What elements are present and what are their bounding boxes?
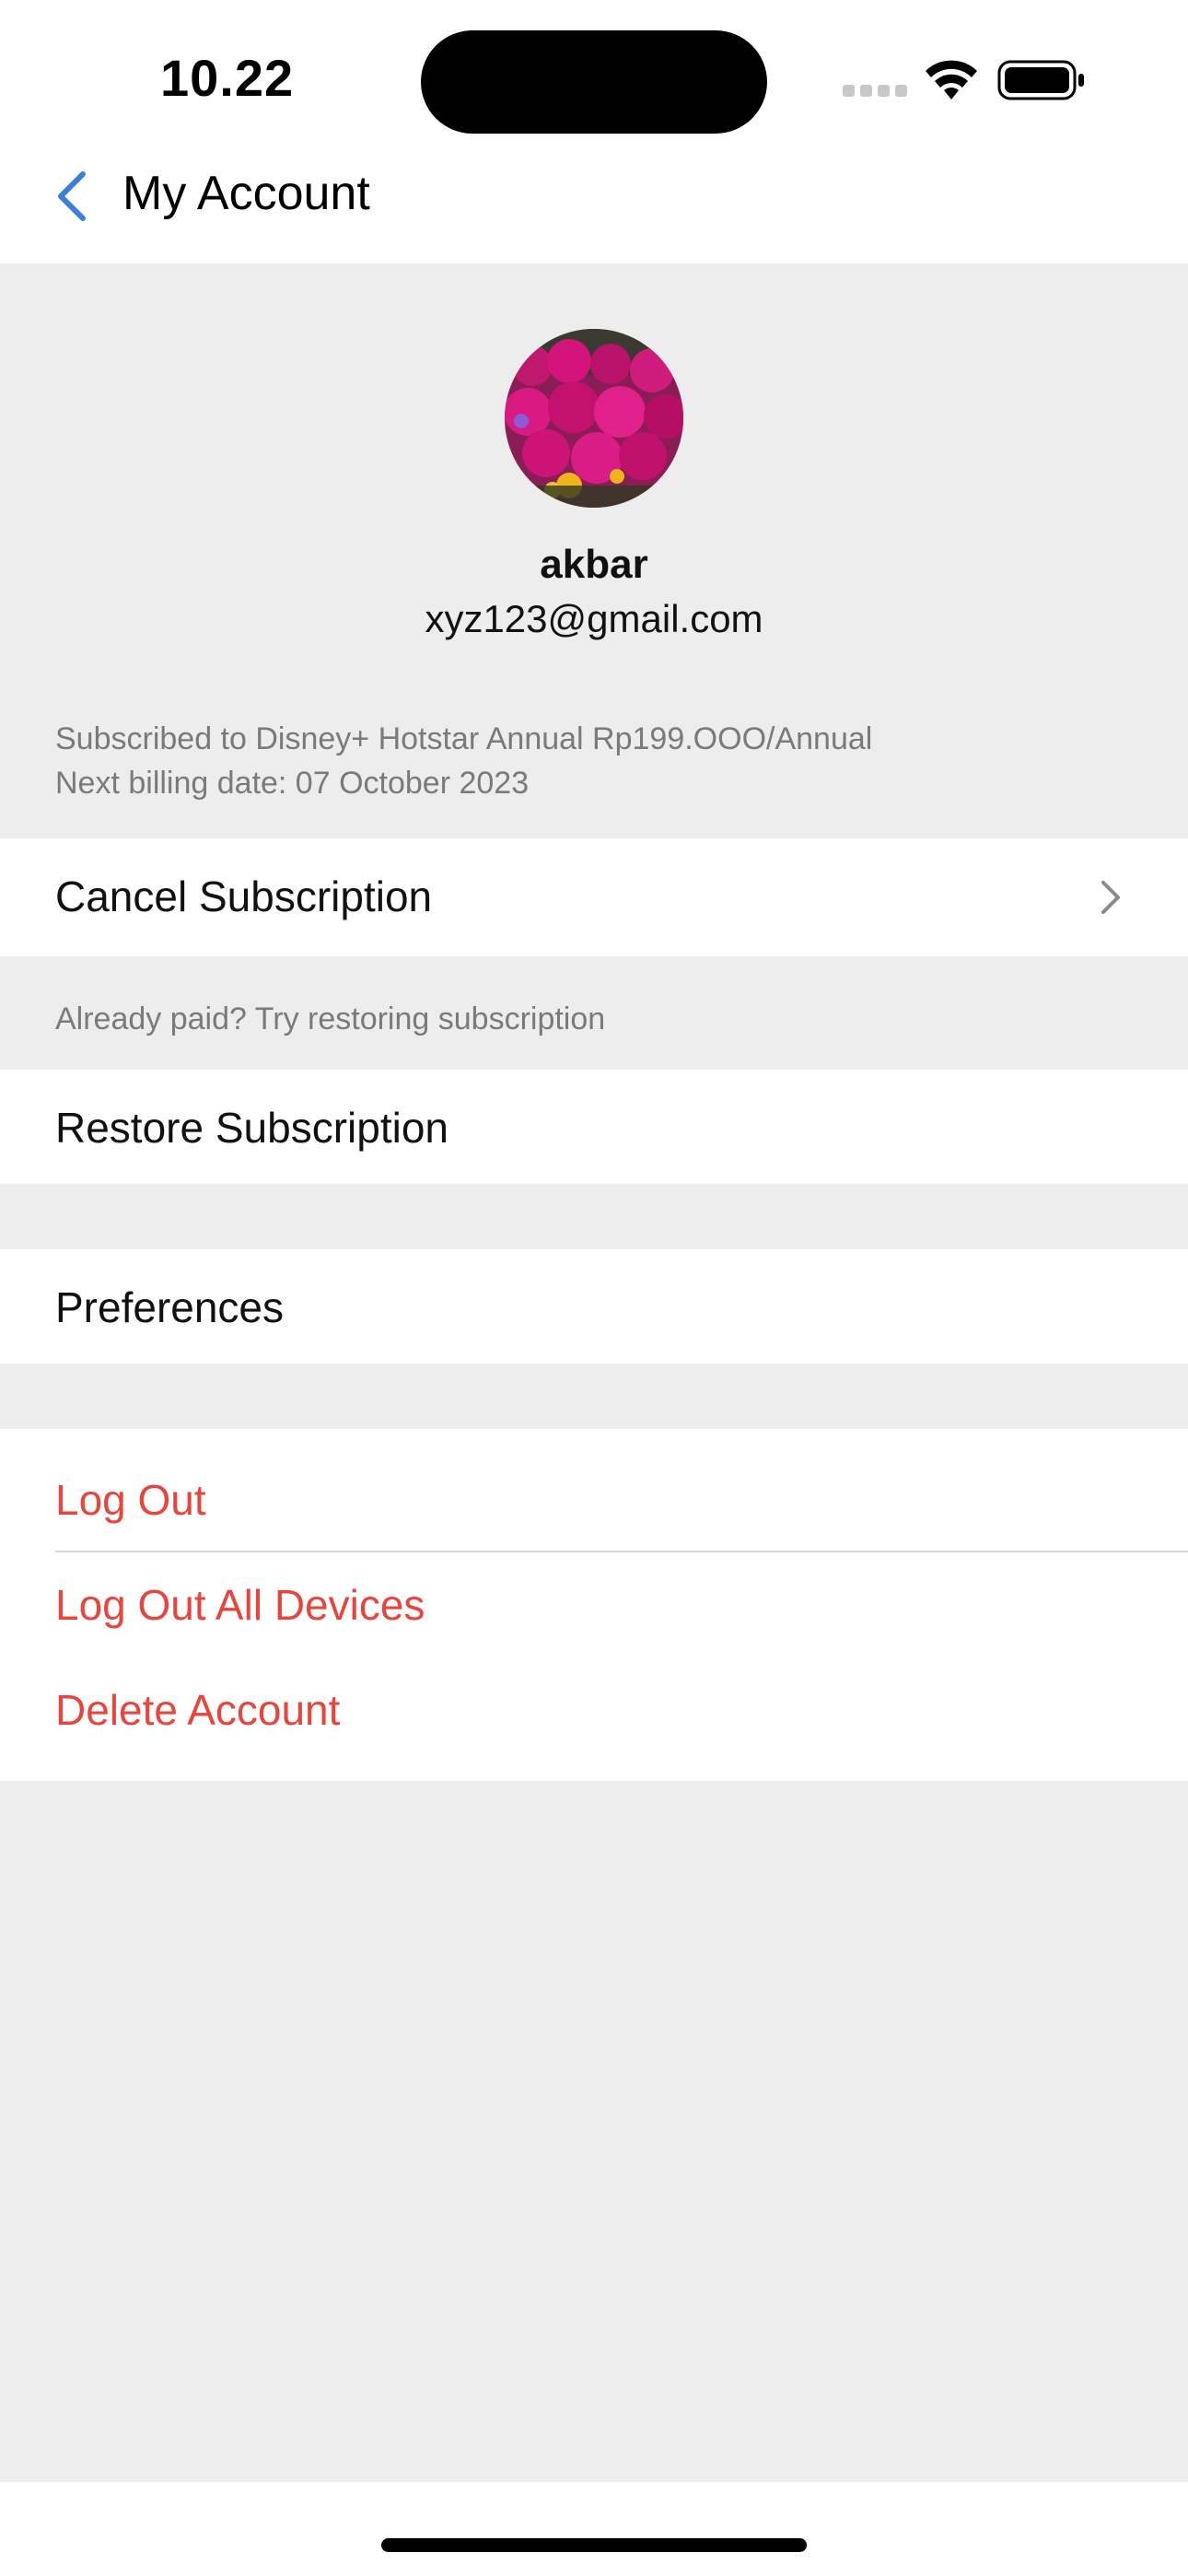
preferences-label: Preferences xyxy=(55,1283,285,1331)
status-bar: 10.22 xyxy=(0,0,1188,144)
battery-icon xyxy=(997,60,1084,100)
cancel-subscription-row[interactable]: Cancel Subscription xyxy=(0,838,1188,956)
preferences-row[interactable]: Preferences xyxy=(0,1249,1188,1364)
home-indicator[interactable] xyxy=(381,2538,807,2552)
chevron-left-icon[interactable] xyxy=(52,169,92,224)
next-billing-text: Next billing date: 07 October 2023 xyxy=(55,766,530,801)
divider xyxy=(55,1551,1188,1552)
subscription-plan-text: Subscribed to Disney+ Hotstar Annual Rp1… xyxy=(55,721,873,756)
log-out-all-devices-button[interactable]: Log Out All Devices xyxy=(55,1580,425,1630)
cellular-signal-icon xyxy=(843,85,907,98)
page-title: My Account xyxy=(122,167,370,220)
profile-email: xyz123@gmail.com xyxy=(425,597,763,640)
wifi-icon xyxy=(926,60,977,100)
chevron-right-icon xyxy=(1101,881,1120,914)
avatar-flowers-image xyxy=(505,329,683,508)
avatar xyxy=(505,329,683,508)
profile-name: akbar xyxy=(540,542,648,587)
subscription-info: Subscribed to Disney+ Hotstar Annual Rp1… xyxy=(55,717,872,805)
restore-subscription-row[interactable]: Restore Subscription xyxy=(0,1070,1188,1184)
home-indicator-area xyxy=(0,2482,1188,2576)
dynamic-island xyxy=(421,30,767,134)
status-time: 10.22 xyxy=(160,49,295,107)
restore-subscription-label: Restore Subscription xyxy=(55,1104,448,1152)
cancel-subscription-label: Cancel Subscription xyxy=(55,872,433,920)
restore-note: Already paid? Try restoring subscription xyxy=(55,1001,606,1036)
delete-account-button[interactable]: Delete Account xyxy=(55,1685,340,1735)
log-out-button[interactable]: Log Out xyxy=(55,1475,206,1525)
account-actions-group: Log Out Log Out All Devices Delete Accou… xyxy=(0,1429,1188,1781)
